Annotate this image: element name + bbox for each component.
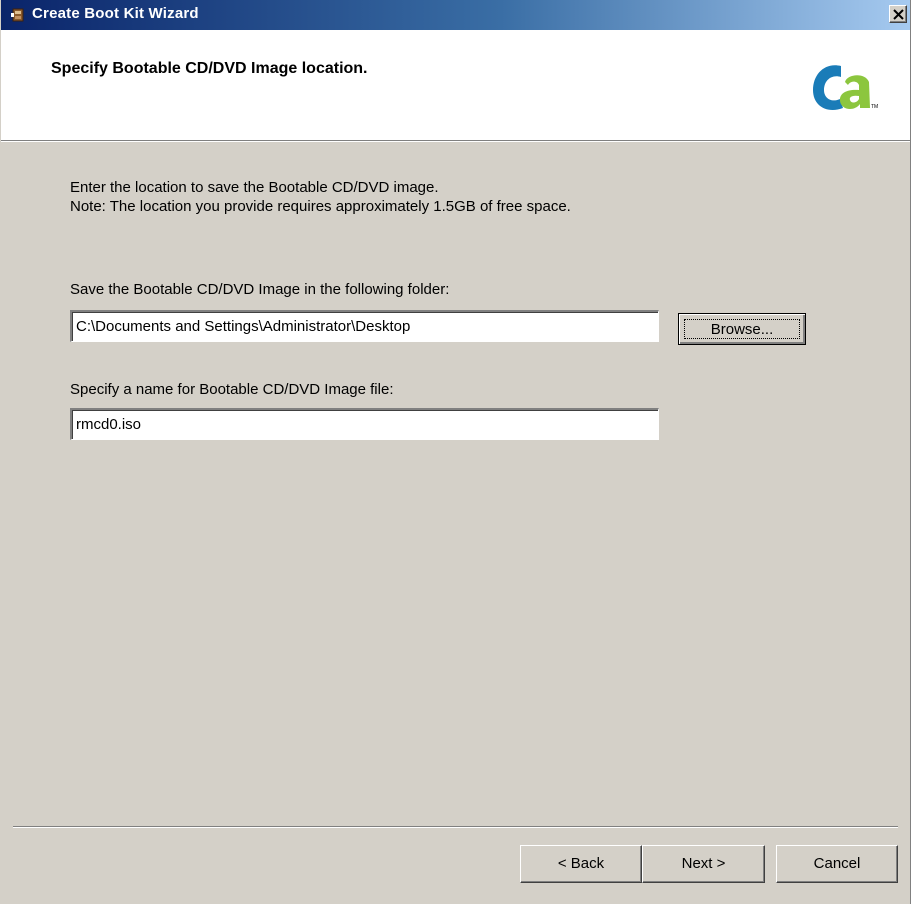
intro-text: Enter the location to save the Bootable …: [70, 179, 439, 196]
close-icon: [893, 9, 904, 20]
file-name-label: Specify a name for Bootable CD/DVD Image…: [70, 381, 394, 398]
close-button[interactable]: [889, 5, 907, 23]
space-note-text: Note: The location you provide requires …: [70, 198, 571, 215]
svg-text:TM: TM: [871, 104, 878, 110]
browse-button-label: Browse...: [684, 319, 800, 339]
page-title: Specify Bootable CD/DVD Image location.: [51, 60, 368, 77]
window-title: Create Boot Kit Wizard: [32, 5, 199, 22]
wizard-window: Create Boot Kit Wizard Specify Bootable …: [0, 0, 911, 904]
wizard-header: Specify Bootable CD/DVD Image location. …: [1, 30, 910, 140]
footer-divider-highlight: [13, 827, 898, 828]
header-divider-highlight: [1, 141, 910, 142]
ca-logo-icon: TM: [807, 52, 879, 122]
title-bar[interactable]: Create Boot Kit Wizard: [1, 0, 910, 30]
folder-path-input[interactable]: C:\Documents and Settings\Administrator\…: [70, 310, 659, 342]
back-button[interactable]: < Back: [520, 845, 642, 883]
next-button[interactable]: Next >: [642, 845, 765, 883]
wizard-app-icon: [11, 7, 25, 23]
file-name-input[interactable]: rmcd0.iso: [70, 408, 659, 440]
browse-button[interactable]: Browse...: [678, 313, 806, 345]
folder-label: Save the Bootable CD/DVD Image in the fo…: [70, 281, 450, 298]
cancel-button[interactable]: Cancel: [776, 845, 898, 883]
